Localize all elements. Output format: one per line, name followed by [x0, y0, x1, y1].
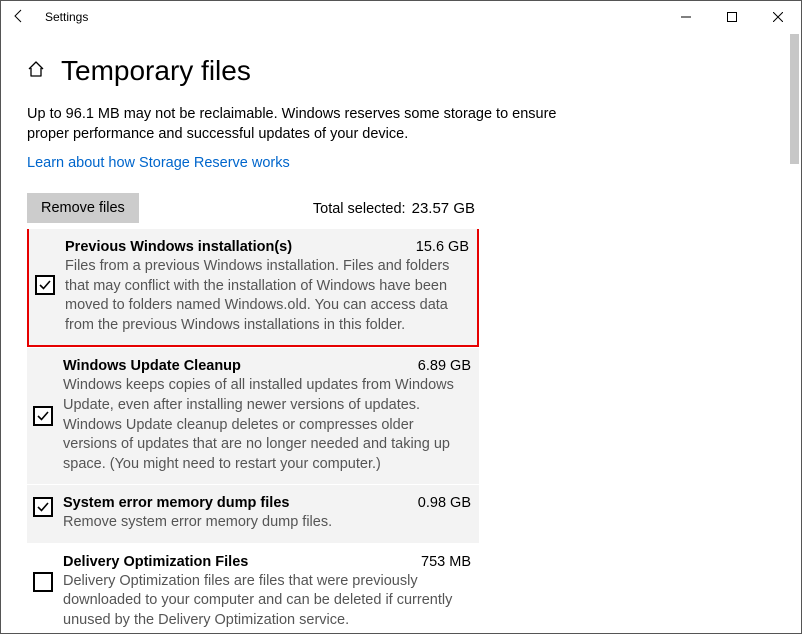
item-size: 753 MB — [421, 554, 471, 570]
item-title: Previous Windows installation(s) — [65, 239, 292, 255]
maximize-button[interactable] — [709, 1, 755, 33]
close-button[interactable] — [755, 1, 801, 33]
checkbox[interactable] — [33, 572, 53, 592]
list-item[interactable]: System error memory dump files 0.98 GB R… — [27, 484, 479, 543]
window-controls — [663, 1, 801, 33]
window-title: Settings — [45, 10, 88, 24]
content-area: Temporary files Up to 96.1 MB may not be… — [1, 33, 801, 633]
list-item[interactable]: Windows Update Cleanup 6.89 GB Windows k… — [27, 347, 479, 484]
page-title: Temporary files — [61, 55, 251, 87]
checkbox[interactable] — [33, 406, 53, 426]
item-size: 0.98 GB — [418, 495, 471, 511]
temp-files-list: Previous Windows installation(s) 15.6 GB… — [27, 229, 479, 633]
total-selected: Total selected: 23.57 GB — [313, 200, 475, 217]
item-size: 6.89 GB — [418, 358, 471, 374]
scrollbar[interactable] — [788, 34, 801, 632]
storage-reserve-link[interactable]: Learn about how Storage Reserve works — [27, 155, 290, 171]
back-icon[interactable] — [11, 8, 27, 27]
minimize-button[interactable] — [663, 1, 709, 33]
item-description: Files from a previous Windows installati… — [65, 257, 469, 335]
intro-text: Up to 96.1 MB may not be reclaimable. Wi… — [27, 105, 587, 144]
item-description: Delivery Optimization files are files th… — [63, 572, 471, 631]
scrollbar-thumb[interactable] — [790, 34, 799, 164]
checkbox[interactable] — [35, 275, 55, 295]
item-title: System error memory dump files — [63, 495, 289, 511]
total-label: Total selected: — [313, 201, 406, 217]
item-description: Windows keeps copies of all installed up… — [63, 376, 471, 474]
remove-files-button[interactable]: Remove files — [27, 193, 139, 223]
checkbox[interactable] — [33, 497, 53, 517]
home-icon[interactable] — [27, 60, 45, 83]
total-value: 23.57 GB — [412, 200, 475, 217]
titlebar: Settings — [1, 1, 801, 33]
item-title: Delivery Optimization Files — [63, 554, 248, 570]
item-size: 15.6 GB — [416, 239, 469, 255]
settings-window: Settings Temporary files Up to 96.1 MB m… — [0, 0, 802, 634]
item-title: Windows Update Cleanup — [63, 358, 241, 374]
item-description: Remove system error memory dump files. — [63, 513, 471, 533]
list-item[interactable]: Previous Windows installation(s) 15.6 GB… — [27, 229, 479, 347]
list-item[interactable]: Delivery Optimization Files 753 MB Deliv… — [27, 543, 479, 633]
